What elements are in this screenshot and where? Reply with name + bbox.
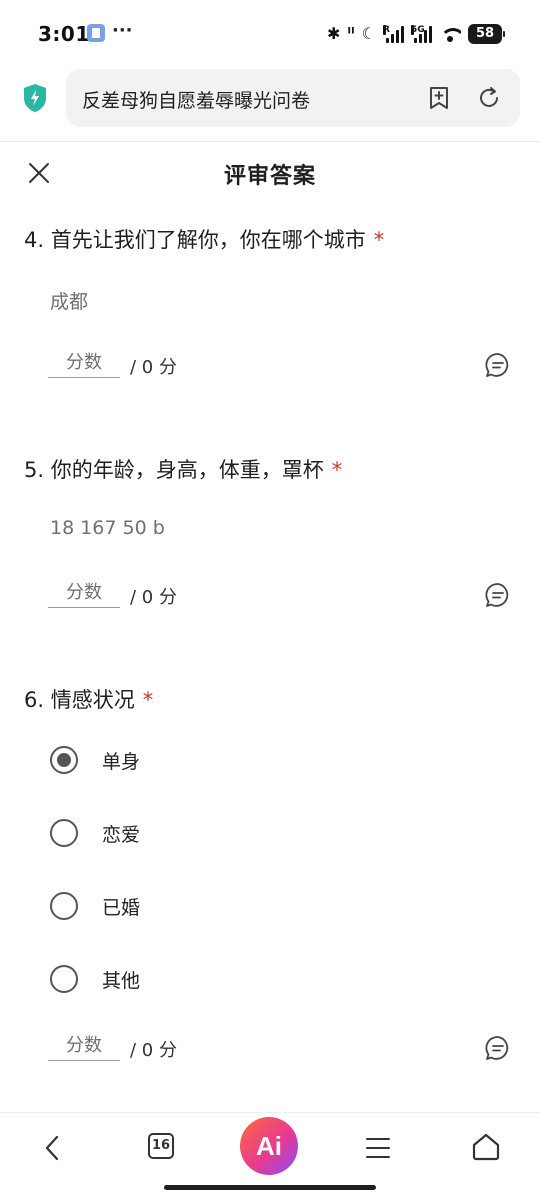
- signal-5g-icon: 5G: [411, 25, 432, 43]
- moon-icon: ☾: [361, 24, 376, 43]
- ai-assistant-button[interactable]: Ai: [240, 1117, 298, 1175]
- comment-icon[interactable]: [485, 582, 511, 608]
- question-6-text: 6. 情感状况: [24, 688, 135, 712]
- option-other[interactable]: 其他: [50, 963, 140, 995]
- option-single[interactable]: 单身: [50, 744, 140, 776]
- question-5-text: 5. 你的年龄，身高，体重，罩杯: [24, 458, 324, 482]
- option-married[interactable]: 已婚: [50, 890, 140, 922]
- question-6-score-input[interactable]: 分数: [48, 1033, 120, 1061]
- option-label: 单身: [102, 750, 141, 773]
- required-mark: *: [142, 688, 154, 712]
- comment-icon[interactable]: [485, 352, 511, 378]
- option-dating[interactable]: 恋爱: [50, 817, 140, 849]
- address-bar[interactable]: 反差母狗自愿羞辱曝光问卷: [66, 69, 520, 127]
- tabs-button[interactable]: 16: [148, 1133, 174, 1159]
- status-icons: ✱ ᑊᑊ ☾ R 5G 58: [326, 22, 505, 46]
- comment-icon[interactable]: [485, 1035, 511, 1061]
- question-6-score-total: / 0 分: [130, 1040, 177, 1061]
- shield-icon[interactable]: [22, 83, 48, 113]
- question-6-title: 6. 情感状况 *: [24, 684, 153, 714]
- earbuds-icon: ᑊᑊ: [347, 24, 355, 43]
- radio-selected[interactable]: [50, 746, 78, 774]
- gesture-bar[interactable]: [164, 1185, 376, 1190]
- page-url-title[interactable]: 反差母狗自愿羞辱曝光问卷: [82, 86, 310, 113]
- radio-unselected[interactable]: [50, 892, 78, 920]
- required-mark: *: [331, 458, 343, 482]
- wifi-icon: [439, 26, 461, 42]
- question-4-text: 4. 首先让我们了解你，你在哪个城市: [24, 228, 366, 252]
- more-notifications-icon: ···: [112, 20, 133, 41]
- notification-app-icon: [87, 24, 105, 42]
- question-5-title: 5. 你的年龄，身高，体重，罩杯 *: [24, 454, 342, 484]
- status-bar: 3:01 ··· ✱ ᑊᑊ ☾ R 5G 58: [0, 0, 540, 66]
- question-5-score-total: / 0 分: [130, 587, 177, 608]
- bookmark-add-icon[interactable]: [426, 85, 452, 111]
- signal-roaming-icon: R: [383, 25, 404, 43]
- back-icon[interactable]: [38, 1133, 68, 1163]
- radio-unselected[interactable]: [50, 819, 78, 847]
- question-4-score-input[interactable]: 分数: [48, 350, 120, 378]
- question-5-answer: 18 167 50 b: [50, 517, 165, 539]
- battery-icon: 58: [468, 24, 505, 44]
- browser-toolbar: 反差母狗自愿羞辱曝光问卷: [0, 66, 540, 142]
- page-title: 评审答案: [223, 164, 316, 189]
- required-mark: *: [373, 228, 385, 252]
- bluetooth-icon: ✱: [326, 24, 341, 43]
- question-4-answer: 成都: [50, 291, 89, 313]
- question-4-title: 4. 首先让我们了解你，你在哪个城市 *: [24, 224, 384, 254]
- menu-icon[interactable]: [364, 1135, 392, 1161]
- home-icon[interactable]: [470, 1131, 502, 1163]
- option-label: 其他: [102, 969, 141, 992]
- option-label: 恋爱: [102, 823, 141, 846]
- radio-unselected[interactable]: [50, 965, 78, 993]
- option-label: 已婚: [102, 896, 141, 919]
- question-5-score-input[interactable]: 分数: [48, 580, 120, 608]
- status-time: 3:01: [38, 22, 90, 46]
- reload-icon[interactable]: [476, 85, 502, 111]
- question-4-score-total: / 0 分: [130, 357, 177, 378]
